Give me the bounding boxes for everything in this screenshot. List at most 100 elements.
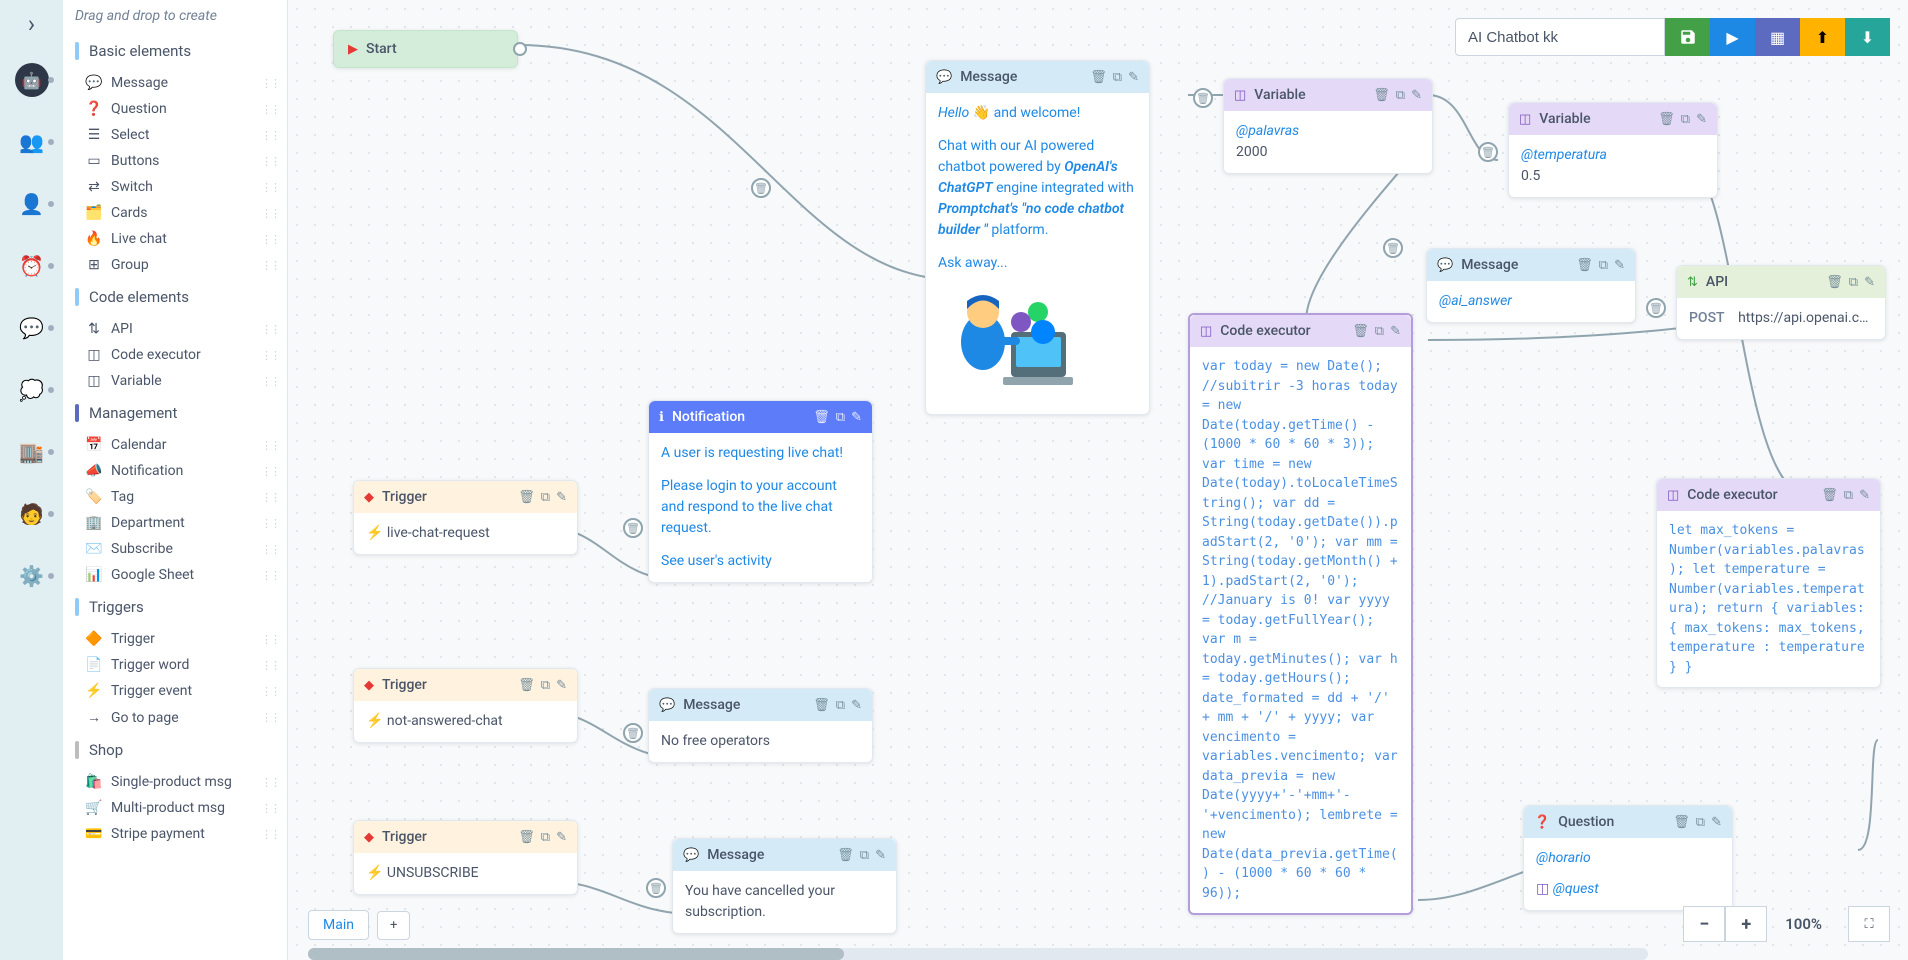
section-basic[interactable]: Basic elements [63, 32, 287, 70]
edit-icon[interactable]: ✎ [556, 830, 567, 845]
delete-icon[interactable]: 🗑 [1373, 88, 1390, 103]
edit-icon[interactable]: ✎ [1711, 815, 1722, 830]
item-livechat[interactable]: 🔥Live chat⋮⋮ [63, 226, 287, 252]
edit-icon[interactable]: ✎ [1859, 488, 1870, 503]
item-singleprod[interactable]: 🛍️Single-product msg⋮⋮ [63, 769, 287, 795]
edit-icon[interactable]: ✎ [1128, 70, 1139, 85]
zoom-in-button[interactable]: + [1725, 906, 1767, 942]
copy-icon[interactable]: ⧉ [1696, 815, 1705, 830]
edit-icon[interactable]: ✎ [875, 848, 886, 863]
flow-title-input[interactable] [1455, 18, 1665, 56]
upload-button[interactable]: ⬆ [1800, 18, 1845, 56]
edit-icon[interactable]: ✎ [556, 678, 567, 693]
edit-icon[interactable]: ✎ [851, 698, 862, 713]
delete-icon[interactable]: 🗑 [837, 848, 854, 863]
tab-main[interactable]: Main [308, 910, 369, 940]
item-department[interactable]: 🏢Department⋮⋮ [63, 510, 287, 536]
node-msg-noop[interactable]: 💬Message 🗑⧉✎ No free operators [648, 688, 873, 763]
port-del-noop[interactable]: 🗑 [623, 723, 643, 743]
play-button[interactable]: ▶ [1710, 18, 1755, 56]
node-code1[interactable]: ◫Code executor 🗑⧉✎ var today = new Date(… [1188, 313, 1413, 915]
rail-clock-icon[interactable]: ⏰ [12, 246, 52, 286]
rail-settings-icon[interactable]: ⚙️ [12, 556, 52, 596]
rail-team-icon[interactable]: 👤 [12, 184, 52, 224]
zoom-out-button[interactable]: − [1683, 906, 1725, 942]
item-switch[interactable]: ⇄Switch⋮⋮ [63, 174, 287, 200]
delete-icon[interactable]: 🗑 [518, 678, 535, 693]
copy-icon[interactable]: ⧉ [541, 678, 550, 693]
item-triggerword[interactable]: 📄Trigger word⋮⋮ [63, 652, 287, 678]
item-question[interactable]: ❓Question⋮⋮ [63, 96, 287, 122]
item-triggerevent[interactable]: ⚡Trigger event⋮⋮ [63, 678, 287, 704]
node-api[interactable]: ⇅API 🗑⧉✎ POST https://api.openai.c… [1676, 265, 1886, 340]
copy-icon[interactable]: ⧉ [836, 410, 845, 425]
rail-logo[interactable]: 🤖 [12, 60, 52, 100]
delete-icon[interactable]: 🗑 [518, 830, 535, 845]
item-trigger[interactable]: 🔶Trigger⋮⋮ [63, 626, 287, 652]
copy-icon[interactable]: ⧉ [1396, 88, 1405, 103]
delete-icon[interactable]: 🗑 [1673, 815, 1690, 830]
copy-icon[interactable]: ⧉ [1844, 488, 1853, 503]
item-subscribe[interactable]: ✉️Subscribe⋮⋮ [63, 536, 287, 562]
edit-icon[interactable]: ✎ [556, 490, 567, 505]
node-notification[interactable]: ℹNotification 🗑⧉✎ A user is requesting l… [648, 400, 873, 583]
node-msg-ai[interactable]: 💬Message 🗑⧉✎ @ai_answer [1426, 248, 1636, 323]
node-start[interactable]: ▶Start [333, 30, 518, 68]
edit-icon[interactable]: ✎ [1696, 112, 1707, 127]
item-select[interactable]: ☰Select⋮⋮ [63, 122, 287, 148]
node-trigger-livechat[interactable]: ◆Trigger 🗑⧉✎ live-chat-request [353, 480, 578, 555]
item-gsheet[interactable]: 📊Google Sheet⋮⋮ [63, 562, 287, 588]
download-button[interactable]: ⬇ [1845, 18, 1890, 56]
edit-icon[interactable]: ✎ [1390, 324, 1401, 339]
section-triggers[interactable]: Triggers [63, 588, 287, 626]
item-stripe[interactable]: 💳Stripe payment⋮⋮ [63, 821, 287, 847]
item-gotopage[interactable]: →Go to page⋮⋮ [63, 704, 287, 731]
section-code[interactable]: Code elements [63, 278, 287, 316]
port-del-notif[interactable]: 🗑 [623, 518, 643, 538]
horizontal-scrollbar[interactable] [308, 948, 1648, 960]
copy-icon[interactable]: ⧉ [1599, 258, 1608, 273]
delete-icon[interactable]: 🗑 [1821, 488, 1838, 503]
copy-icon[interactable]: ⧉ [1849, 275, 1858, 290]
node-question[interactable]: ❓Question 🗑⧉✎ @horario @quest [1523, 805, 1733, 911]
port-del-temp[interactable]: 🗑 [1478, 142, 1498, 162]
rail-shop-icon[interactable]: 🏬 [12, 432, 52, 472]
node-code2[interactable]: ◫Code executor 🗑⧉✎ let max_tokens = Numb… [1656, 478, 1881, 688]
item-codeexec[interactable]: ◫Code executor⋮⋮ [63, 342, 287, 368]
save-button[interactable] [1665, 18, 1710, 56]
port-start-out[interactable] [513, 42, 527, 56]
item-multiprod[interactable]: 🛒Multi-product msg⋮⋮ [63, 795, 287, 821]
item-variable[interactable]: ◫Variable⋮⋮ [63, 368, 287, 394]
item-notification[interactable]: 📣Notification⋮⋮ [63, 458, 287, 484]
copy-icon[interactable]: ⧉ [1375, 324, 1384, 339]
port-del-welcome[interactable]: 🗑 [751, 178, 771, 198]
flow-canvas[interactable]: ▶ ▦ ⬆ ⬇ ▶Start ◆Trigger 🗑⧉✎ li [288, 0, 1908, 960]
delete-icon[interactable]: 🗑 [813, 698, 830, 713]
node-var-temp[interactable]: ◫Variable 🗑⧉✎ @temperatura 0.5 [1508, 102, 1718, 198]
edit-icon[interactable]: ✎ [851, 410, 862, 425]
item-tag[interactable]: 🏷️Tag⋮⋮ [63, 484, 287, 510]
delete-icon[interactable]: 🗑 [1658, 112, 1675, 127]
fullscreen-button[interactable]: ⛶ [1848, 906, 1890, 942]
rail-users-icon[interactable]: 👥 [12, 122, 52, 162]
item-cards[interactable]: 🗂️Cards⋮⋮ [63, 200, 287, 226]
copy-icon[interactable]: ⧉ [860, 848, 869, 863]
port-del-palavras[interactable]: 🗑 [1193, 88, 1213, 108]
delete-icon[interactable]: 🗑 [1352, 324, 1369, 339]
item-api[interactable]: ⇅API⋮⋮ [63, 316, 287, 342]
delete-icon[interactable]: 🗑 [518, 490, 535, 505]
edit-icon[interactable]: ✎ [1864, 275, 1875, 290]
edit-icon[interactable]: ✎ [1614, 258, 1625, 273]
copy-icon[interactable]: ⧉ [836, 698, 845, 713]
item-buttons[interactable]: ▭Buttons⋮⋮ [63, 148, 287, 174]
port-del-code1[interactable]: 🗑 [1383, 238, 1403, 258]
section-mgmt[interactable]: Management [63, 394, 287, 432]
grid-button[interactable]: ▦ [1755, 18, 1800, 56]
port-del-api[interactable]: 🗑 [1646, 298, 1666, 318]
rail-agent-icon[interactable]: 🧑 [12, 494, 52, 534]
copy-icon[interactable]: ⧉ [1681, 112, 1690, 127]
rail-chat-icon[interactable]: 💬 [12, 308, 52, 348]
copy-icon[interactable]: ⧉ [1113, 70, 1122, 85]
edit-icon[interactable]: ✎ [1411, 88, 1422, 103]
node-trigger-unsub[interactable]: ◆Trigger 🗑⧉✎ UNSUBSCRIBE [353, 820, 578, 895]
